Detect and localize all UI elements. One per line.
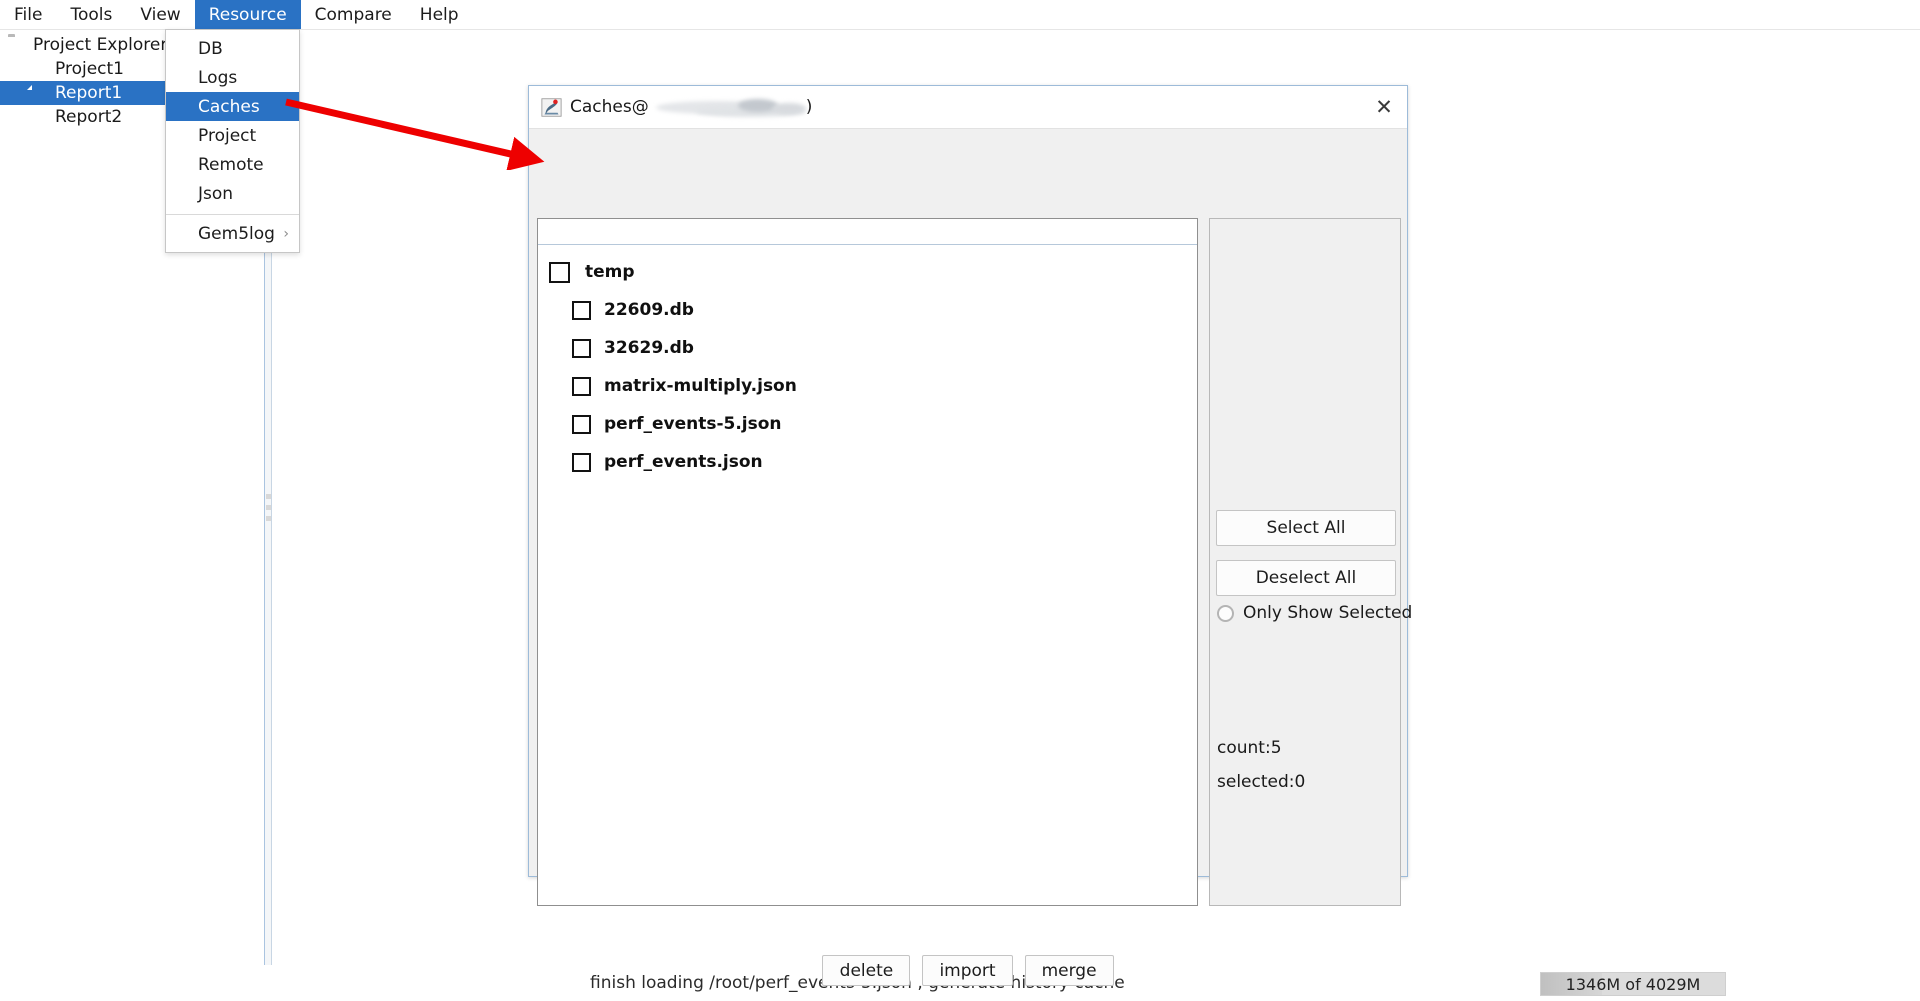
file-icon — [30, 61, 48, 77]
menu-tools-label: Tools — [70, 4, 113, 25]
menu-item-json[interactable]: Json — [166, 179, 299, 208]
menu-tools[interactable]: Tools — [56, 0, 126, 29]
checkbox-icon[interactable] — [572, 376, 591, 396]
menu-item-label: Logs — [198, 67, 238, 88]
list-item[interactable]: perf_events-5.json — [538, 405, 1197, 443]
chevron-right-icon: › — [283, 225, 289, 242]
menu-compare[interactable]: Compare — [301, 0, 406, 29]
tree-item-label: Report2 — [55, 107, 123, 127]
memory-label: 1346M of 4029M — [1565, 974, 1701, 994]
menu-file-label: File — [14, 4, 43, 25]
checkbox-icon[interactable] — [572, 452, 591, 472]
resource-dropdown-menu: DB Logs Caches Project Remote Json Gem5l… — [165, 29, 300, 253]
only-show-selected-radio[interactable]: Only Show Selected — [1217, 603, 1412, 623]
java-app-icon — [541, 97, 562, 117]
menu-item-label: Json — [198, 183, 234, 204]
tree-item-label: Report1 — [55, 83, 123, 103]
checkbox-icon[interactable] — [572, 414, 591, 434]
list-item[interactable]: matrix-multiply.json — [538, 367, 1197, 405]
menu-resource[interactable]: Resource — [194, 0, 301, 29]
checkbox-icon[interactable] — [549, 261, 570, 283]
import-button[interactable]: import — [922, 955, 1013, 986]
list-item[interactable]: 32629.db — [538, 329, 1197, 367]
menu-item-caches[interactable]: Caches — [166, 92, 299, 121]
close-icon[interactable]: ✕ — [1361, 87, 1407, 128]
list-item-label: 22609.db — [604, 300, 694, 320]
selection-side-panel: Select All Deselect All Only Show Select… — [1209, 218, 1412, 906]
menu-view-label: View — [140, 4, 181, 25]
menu-item-label: Caches — [198, 96, 260, 117]
file-icon — [30, 109, 48, 125]
menu-resource-label: Resource — [208, 4, 287, 25]
folder-icon — [8, 37, 26, 53]
menu-bar: File Tools View Resource Compare Help — [0, 0, 1920, 30]
menu-view[interactable]: View — [126, 0, 194, 29]
list-item-label: matrix-multiply.json — [604, 376, 797, 396]
radio-icon — [1217, 604, 1234, 622]
menu-item-label: Remote — [198, 154, 264, 175]
splitter-grip-icon — [266, 494, 271, 527]
menu-item-project[interactable]: Project — [166, 121, 299, 150]
list-item-label: temp — [585, 262, 635, 282]
menu-help-label: Help — [419, 4, 459, 25]
dialog-title-prefix: Caches@ — [570, 97, 649, 117]
merge-button[interactable]: merge — [1024, 955, 1114, 986]
list-item-label: perf_events.json — [604, 452, 763, 472]
dialog-title-bar: Caches@ ) ✕ — [529, 86, 1407, 129]
dialog-body: temp 22609.db 32629.db matrix-multiply.j… — [529, 128, 1412, 986]
checkbox-icon[interactable] — [572, 338, 591, 358]
list-filter-field[interactable] — [538, 219, 1197, 245]
menu-item-label: Project — [198, 125, 257, 146]
redacted-host-text — [650, 97, 806, 118]
cache-file-list: temp 22609.db 32629.db matrix-multiply.j… — [537, 218, 1198, 906]
caches-dialog: Caches@ ) ✕ temp 22609.db 32629.db matri… — [528, 85, 1412, 986]
menu-item-label: Gem5log — [198, 223, 275, 244]
checkbox-icon[interactable] — [572, 300, 591, 320]
menu-item-gem5log[interactable]: Gem5log › — [166, 219, 299, 248]
list-item[interactable]: 22609.db — [538, 291, 1197, 329]
list-item[interactable]: perf_events.json — [538, 443, 1197, 481]
delete-button[interactable]: delete — [822, 955, 911, 986]
deselect-all-button[interactable]: Deselect All — [1216, 560, 1396, 596]
menu-item-db[interactable]: DB — [166, 34, 299, 63]
menu-file[interactable]: File — [0, 0, 56, 29]
only-show-selected-label: Only Show Selected — [1243, 603, 1413, 623]
tree-root-label: Project Explorer — [33, 35, 168, 55]
memory-indicator[interactable]: 1346M of 4029M — [1540, 972, 1726, 996]
select-all-button[interactable]: Select All — [1216, 510, 1396, 546]
list-item-label: 32629.db — [604, 338, 694, 358]
menu-item-remote[interactable]: Remote — [166, 150, 299, 179]
menu-help[interactable]: Help — [406, 0, 473, 29]
annotation-arrow — [285, 98, 545, 170]
list-items: temp 22609.db 32629.db matrix-multiply.j… — [538, 245, 1197, 481]
tree-item-label: Project1 — [55, 59, 124, 79]
file-icon — [30, 85, 48, 101]
selected-text: selected:0 — [1217, 772, 1306, 792]
menu-item-label: DB — [198, 38, 223, 59]
dialog-action-buttons: delete import merge — [529, 955, 1407, 986]
menu-compare-label: Compare — [314, 4, 392, 25]
menu-item-logs[interactable]: Logs — [166, 63, 299, 92]
dialog-title-suffix: ) — [805, 97, 813, 117]
list-item-label: perf_events-5.json — [604, 414, 782, 434]
count-text: count:5 — [1217, 738, 1282, 758]
menu-separator — [166, 214, 299, 215]
list-item[interactable]: temp — [538, 253, 1197, 291]
